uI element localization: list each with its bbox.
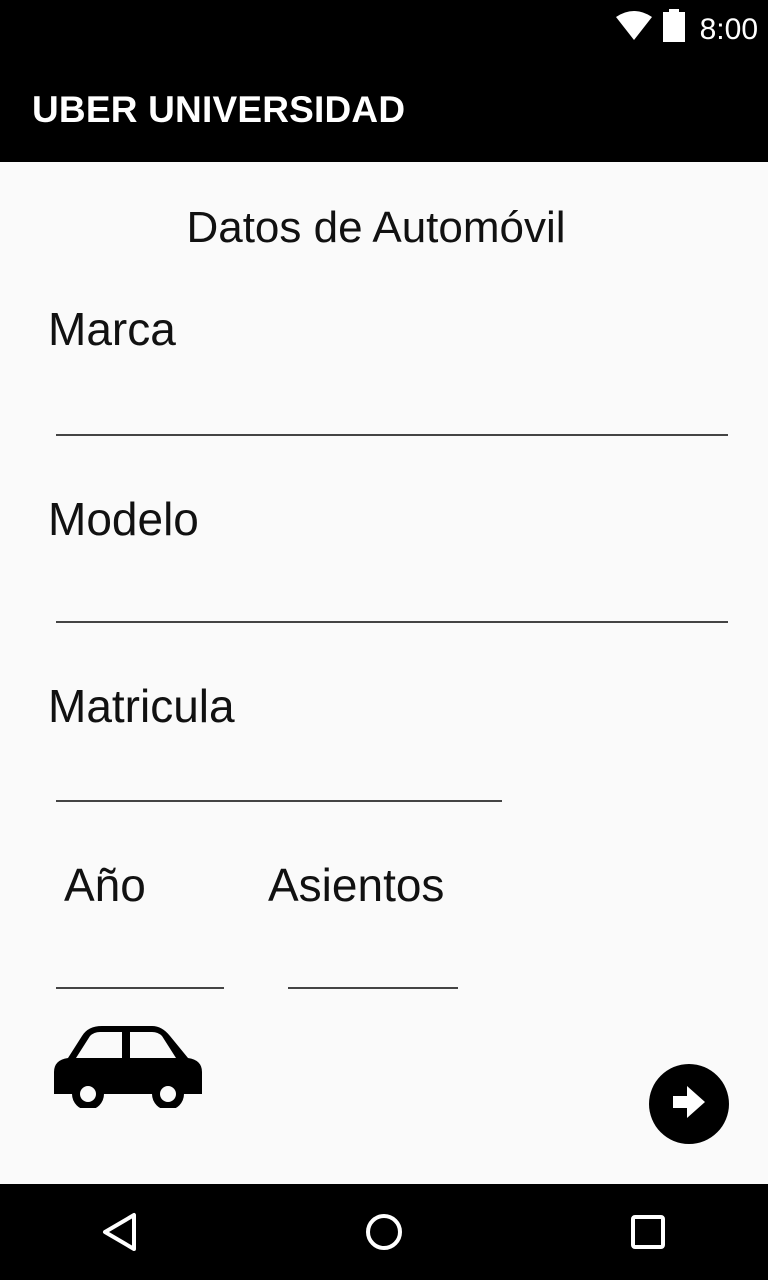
marca-label: Marca	[48, 303, 176, 355]
next-button[interactable]	[649, 1064, 729, 1144]
car-data-form: Datos de Automóvil Marca Modelo Matricul…	[0, 162, 768, 1184]
home-circle-icon[interactable]	[364, 1212, 404, 1252]
matricula-label: Matricula	[48, 680, 235, 732]
app-bar: UBER UNIVERSIDAD	[0, 58, 768, 162]
car-icon	[52, 1024, 204, 1113]
anio-label: Año	[64, 859, 146, 911]
asientos-label: Asientos	[268, 859, 445, 911]
battery-icon	[662, 9, 686, 48]
modelo-input[interactable]	[56, 571, 728, 623]
modelo-label: Modelo	[48, 493, 199, 545]
marca-input[interactable]	[56, 384, 728, 436]
asientos-input[interactable]	[288, 937, 458, 989]
status-time: 8:00	[699, 13, 758, 46]
status-bar: 8:00	[0, 0, 768, 58]
recents-square-icon[interactable]	[628, 1212, 668, 1252]
wifi-icon	[614, 10, 654, 47]
form-title: Datos de Automóvil	[186, 203, 566, 252]
arrow-right-icon	[669, 1082, 709, 1127]
anio-input[interactable]	[56, 937, 224, 989]
app-title: UBER UNIVERSIDAD	[32, 89, 406, 130]
navigation-bar	[0, 1184, 768, 1280]
matricula-input[interactable]	[56, 750, 502, 802]
back-triangle-icon[interactable]	[100, 1212, 140, 1252]
